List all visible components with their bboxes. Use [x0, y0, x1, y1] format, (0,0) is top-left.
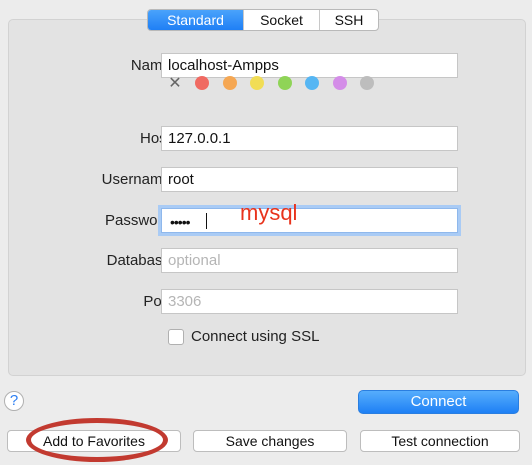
color-blue[interactable]: [305, 76, 319, 90]
save-changes-button[interactable]: Save changes: [193, 430, 347, 452]
add-to-favorites-button[interactable]: Add to Favorites: [7, 430, 181, 452]
color-green[interactable]: [277, 76, 292, 90]
color-yellow[interactable]: [250, 76, 264, 90]
question-mark-icon[interactable]: ?: [4, 391, 24, 411]
ssl-label: Connect using SSL: [191, 328, 320, 345]
tab-ssh[interactable]: SSH: [320, 10, 378, 30]
color-picker: ✕: [168, 73, 388, 93]
database-field[interactable]: optional: [161, 248, 458, 273]
test-connection-button[interactable]: Test connection: [360, 430, 520, 452]
host-row: Host: 127.0.0.1: [0, 126, 532, 151]
color-red[interactable]: [195, 76, 209, 90]
port-field[interactable]: 3306: [161, 289, 458, 314]
username-row: Username: root: [0, 167, 532, 192]
connection-type-tabs: Standard Socket SSH: [147, 9, 379, 31]
color-gray[interactable]: [360, 76, 374, 90]
x-mark-icon[interactable]: ✕: [168, 73, 182, 93]
tab-standard[interactable]: Standard: [148, 10, 244, 30]
color-orange[interactable]: [222, 76, 237, 90]
password-annotation: mysql: [240, 200, 298, 225]
connect-button[interactable]: Connect: [358, 390, 519, 414]
ssl-checkbox-row[interactable]: Connect using SSL: [168, 328, 319, 345]
password-masked-value: •••••: [170, 214, 190, 230]
color-purple[interactable]: [332, 76, 347, 90]
database-row: Database: optional: [0, 248, 532, 273]
host-field[interactable]: 127.0.0.1: [161, 126, 458, 151]
ssl-checkbox[interactable]: [168, 328, 184, 345]
tab-socket[interactable]: Socket: [244, 10, 320, 30]
text-caret: [206, 213, 207, 229]
password-field[interactable]: •••••: [161, 208, 458, 233]
port-row: Port: 3306: [0, 289, 532, 314]
username-field[interactable]: root: [161, 167, 458, 192]
